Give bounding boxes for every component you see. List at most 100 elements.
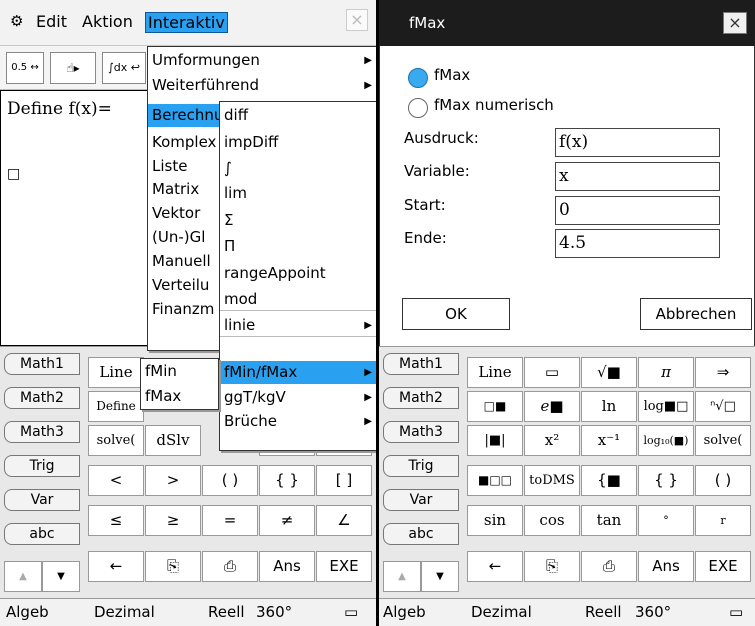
key-log10[interactable]: log₁₀(■) [638,425,694,456]
key-solve[interactable]: solve( [88,425,144,456]
menu-item-fmin-fmax[interactable]: fMin/fMax ▶ [220,361,376,384]
menu-item-sum[interactable]: Σ [220,209,376,232]
close-icon[interactable]: × [346,9,368,31]
menu-item-komplex[interactable]: Komplex [148,131,220,154]
backspace-icon[interactable]: ← [467,551,523,582]
key-brackets[interactable]: [ ] [316,465,372,496]
paste-icon[interactable]: ⎙ [581,551,637,582]
key-radian[interactable]: r [695,505,751,536]
key-braces[interactable]: { } [638,465,694,496]
key-parens[interactable]: ( ) [202,465,258,496]
menu-aktion[interactable]: Aktion [82,12,133,31]
start-field[interactable]: 0 [555,196,720,225]
key-exe[interactable]: EXE [695,551,751,582]
tab-var[interactable]: Var [383,489,459,511]
gear-icon[interactable]: ⚙ [10,12,23,30]
key-square[interactable]: x² [524,425,580,456]
ausdruck-field[interactable]: f(x) [555,128,720,157]
tab-trig[interactable]: Trig [383,455,459,477]
tab-math2[interactable]: Math2 [383,387,459,409]
menu-item-matrix[interactable]: Matrix [148,178,220,201]
key-ans[interactable]: Ans [259,551,315,582]
status-number-format[interactable]: Dezimal [471,603,532,621]
key-power[interactable]: □■ [467,391,523,422]
menu-item-fmin[interactable]: fMin [141,360,218,383]
fraction-toggle-button[interactable]: 0.5 ↔ ½ [6,52,44,103]
radio-fmax-numerisch[interactable] [408,98,428,118]
ok-button[interactable]: OK [402,298,510,330]
key-abs[interactable]: |■| [467,425,523,456]
menu-item-rangeappoint[interactable]: rangeAppoint [220,262,376,285]
paste-icon[interactable]: ⎙ [202,551,258,582]
menu-item-manuell[interactable]: Manuell [148,250,220,273]
radio-fmax[interactable] [408,68,428,88]
key-parens[interactable]: ( ) [695,465,751,496]
key-dslv[interactable]: dSlv [145,425,201,456]
menu-item-integral[interactable]: ∫ [220,157,376,180]
copy-icon[interactable]: ⎘ [524,551,580,582]
menu-interaktiv[interactable]: Interaktiv [145,12,228,33]
integral-toggle-button[interactable]: ∫dx ↩ [102,52,146,84]
ende-field[interactable]: 4.5 [555,229,720,258]
menu-item-berechnungen[interactable]: Berechnungen [148,104,220,127]
key-define[interactable]: Define [88,391,144,422]
key-line[interactable]: Line [467,357,523,388]
menu-item-impdiff[interactable]: impDiff [220,131,376,154]
tab-math3[interactable]: Math3 [383,421,459,443]
close-icon[interactable]: × [723,12,747,34]
menu-item-vektor[interactable]: Vektor [148,202,220,225]
key-angle[interactable]: ∠ [316,505,372,536]
key-ans[interactable]: Ans [638,551,694,582]
menu-item-product[interactable]: Π [220,235,376,258]
key-less[interactable]: < [88,465,144,496]
key-piecewise[interactable]: {■ [581,465,637,496]
menu-item-fmax[interactable]: fMax [141,385,218,408]
menu-item-diff[interactable]: diff [220,104,376,127]
menu-item-finanzmathematik[interactable]: Finanzm [148,298,220,321]
menu-item-umformungen[interactable]: Umformungen ▶ [148,49,376,72]
scroll-down-icon[interactable]: ▼ [42,561,80,592]
key-leq[interactable]: ≤ [88,505,144,536]
key-nth-root[interactable]: ⁿ√□ [695,391,751,422]
scroll-down-icon[interactable]: ▼ [421,561,459,592]
key-ln[interactable]: ln [581,391,637,422]
scroll-up-icon[interactable]: ▲ [4,561,42,592]
input-cursor-box[interactable]: □ [7,166,20,182]
key-sin[interactable]: sin [467,505,523,536]
menu-item-lim[interactable]: lim [220,182,376,205]
key-solve[interactable]: solve( [695,425,751,456]
hand-icon[interactable]: ☝▸ [50,52,96,84]
status-domain[interactable]: Reell [208,603,245,621]
variable-field[interactable]: x [555,162,720,191]
copy-icon[interactable]: ⎘ [145,551,201,582]
menu-item-weiterfuehrend[interactable]: Weiterführend ▶ [148,74,376,97]
tab-math1[interactable]: Math1 [383,353,459,375]
menu-item-brueche[interactable]: Brüche ▶ [220,410,376,433]
key-not-equal[interactable]: ≠ [259,505,315,536]
tab-math1[interactable]: Math1 [4,353,80,375]
key-implies[interactable]: ⇒ [695,357,751,388]
key-exe[interactable]: EXE [316,551,372,582]
tab-math3[interactable]: Math3 [4,421,80,443]
key-line[interactable]: Line [88,357,144,388]
tab-var[interactable]: Var [4,489,80,511]
tab-abc[interactable]: abc [383,523,459,545]
fraction-template-icon[interactable]: ▭ [524,357,580,388]
tab-math2[interactable]: Math2 [4,387,80,409]
key-greater[interactable]: > [145,465,201,496]
key-sqrt[interactable]: √■ [581,357,637,388]
key-mixed-fraction[interactable]: ■□□ [467,465,523,496]
status-angle[interactable]: 360° [256,603,292,621]
status-number-format[interactable]: Dezimal [94,603,155,621]
menu-item-ungleichungen[interactable]: (Un-)Gl [148,226,220,249]
menu-item-mod[interactable]: mod [220,288,376,311]
status-domain[interactable]: Reell [585,603,622,621]
key-log-base[interactable]: log■□ [638,391,694,422]
key-braces[interactable]: { } [259,465,315,496]
tab-abc[interactable]: abc [4,523,80,545]
key-degree[interactable]: ° [638,505,694,536]
backspace-icon[interactable]: ← [88,551,144,582]
key-todms[interactable]: toDMS [524,465,580,496]
status-mode[interactable]: Algeb [6,603,49,621]
key-geq[interactable]: ≥ [145,505,201,536]
